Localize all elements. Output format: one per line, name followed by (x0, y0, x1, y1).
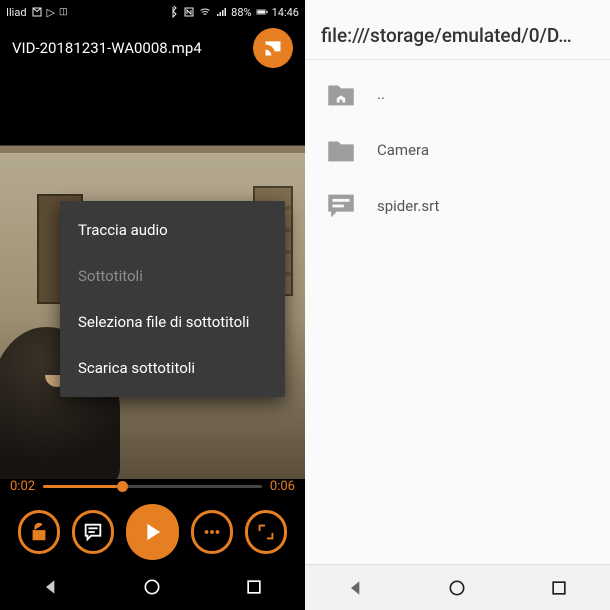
aspect-icon (255, 521, 277, 543)
clock-label: 14:46 (272, 6, 299, 19)
triangle-back-icon (346, 578, 366, 598)
list-item-subtitle-file[interactable]: spider.srt (305, 178, 610, 234)
cast-button[interactable] (253, 28, 293, 68)
home-folder-icon (321, 76, 361, 112)
nav-back[interactable] (342, 574, 370, 602)
file-browser-panel: file:///storage/emulated/0/D… .. Camera … (305, 0, 610, 610)
player-panel: Iliad ▷ ◫ 88% 14:46 VID-20181231-WA0008.… (0, 0, 305, 610)
video-title: VID-20181231-WA0008.mp4 (12, 39, 245, 57)
nav-home[interactable] (443, 574, 471, 602)
player-controls: 0:02 0:06 (0, 479, 305, 564)
folder-icon (321, 132, 361, 168)
nfc-icon (183, 6, 195, 18)
play-indicator-icon: ▷ (47, 6, 55, 19)
notif-icon: ◫ (59, 7, 68, 17)
seek-row: 0:02 0:06 (10, 479, 295, 494)
list-item-label: Camera (377, 141, 429, 159)
subtitle-popup: Traccia audio Sottotitoli Seleziona file… (60, 201, 285, 397)
subtitles-button[interactable] (72, 510, 114, 554)
list-item-folder[interactable]: Camera (305, 122, 610, 178)
square-recent-icon (244, 577, 264, 597)
status-bar: Iliad ▷ ◫ 88% 14:46 (0, 0, 305, 24)
menu-item-subtitles: Sottotitoli (60, 253, 285, 299)
unlock-icon (28, 521, 50, 543)
mail-icon (31, 6, 43, 18)
video-viewport[interactable]: Traccia audio Sottotitoli Seleziona file… (0, 72, 305, 479)
nav-home[interactable] (138, 573, 166, 601)
menu-item-audio-track[interactable]: Traccia audio (60, 207, 285, 253)
bluetooth-icon (167, 6, 179, 18)
list-item-label: .. (377, 85, 385, 103)
wifi-icon (199, 6, 211, 18)
subtitles-icon (82, 521, 104, 543)
triangle-back-icon (41, 577, 61, 597)
battery-icon (256, 6, 268, 18)
file-list: .. Camera spider.srt (305, 60, 610, 564)
controls-row (10, 494, 295, 560)
time-total: 0:06 (270, 479, 295, 494)
nav-recent[interactable] (240, 573, 268, 601)
subtitle-file-icon (321, 188, 361, 224)
cast-icon (263, 38, 283, 58)
list-item-up[interactable]: .. (305, 66, 610, 122)
circle-home-icon (447, 578, 467, 598)
nav-back[interactable] (37, 573, 65, 601)
nav-recent[interactable] (545, 574, 573, 602)
more-button[interactable] (191, 510, 233, 554)
path-header[interactable]: file:///storage/emulated/0/D… (305, 0, 610, 60)
android-navbar (0, 564, 305, 610)
list-item-label: spider.srt (377, 197, 439, 215)
seek-bar[interactable] (43, 485, 262, 488)
signal-icon (215, 6, 227, 18)
circle-home-icon (142, 577, 162, 597)
aspect-button[interactable] (245, 510, 287, 554)
play-icon (138, 518, 166, 546)
play-button[interactable] (126, 504, 179, 560)
more-icon (201, 521, 223, 543)
menu-item-select-subtitle-file[interactable]: Seleziona file di sottotitoli (60, 299, 285, 345)
android-navbar (305, 564, 610, 610)
lock-button[interactable] (18, 510, 60, 554)
time-current: 0:02 (10, 479, 35, 494)
square-recent-icon (549, 578, 569, 598)
menu-item-download-subtitles[interactable]: Scarica sottotitoli (60, 345, 285, 391)
title-bar: VID-20181231-WA0008.mp4 (0, 24, 305, 72)
carrier-label: Iliad (6, 6, 27, 19)
battery-pct: 88% (231, 6, 251, 19)
